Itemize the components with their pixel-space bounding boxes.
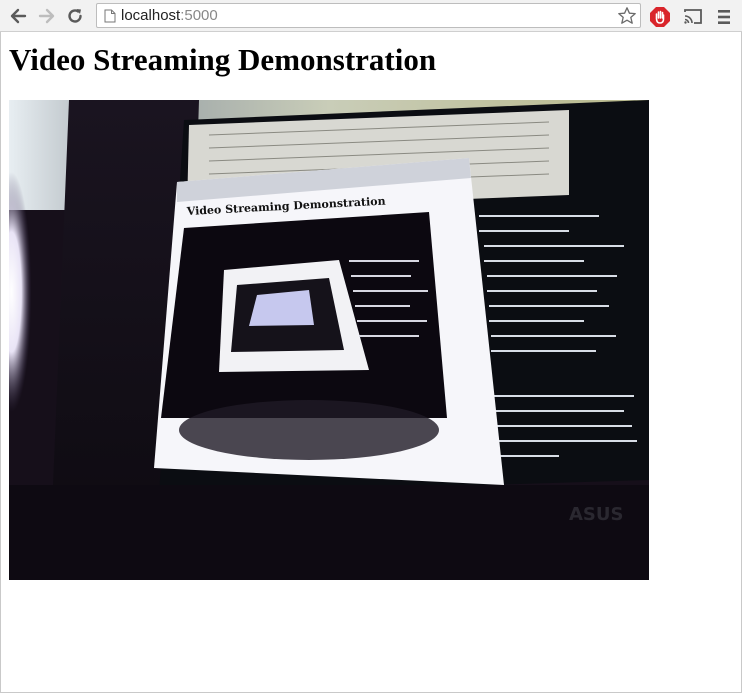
page-title: Video Streaming Demonstration: [9, 42, 437, 77]
back-button[interactable]: [7, 5, 29, 27]
cast-button[interactable]: [682, 6, 704, 28]
asus-logo-text: ASUS: [569, 504, 623, 525]
reload-icon: [68, 9, 82, 23]
video-stream: ASUS Video Streaming Demonstration: [9, 100, 649, 580]
address-bar[interactable]: localhost:5000: [96, 3, 641, 28]
forward-button[interactable]: [36, 5, 58, 27]
page-icon: [104, 9, 116, 23]
arrow-right-icon: [38, 8, 55, 24]
extension-button[interactable]: [649, 6, 671, 28]
video-frame-image: ASUS Video Streaming Demonstration: [9, 100, 649, 580]
bookmark-button[interactable]: [617, 6, 637, 26]
url-text: localhost:5000: [121, 7, 218, 24]
menu-button[interactable]: [713, 6, 735, 28]
url-host: localhost: [121, 7, 181, 24]
url-port: :5000: [180, 7, 218, 24]
hamburger-menu-icon: [718, 10, 730, 24]
stop-hand-icon: [650, 7, 670, 27]
star-icon: [618, 7, 636, 24]
browser-toolbar: localhost:5000: [0, 0, 742, 32]
reload-button[interactable]: [64, 5, 86, 27]
arrow-left-icon: [10, 8, 27, 24]
cast-icon: [684, 9, 702, 24]
